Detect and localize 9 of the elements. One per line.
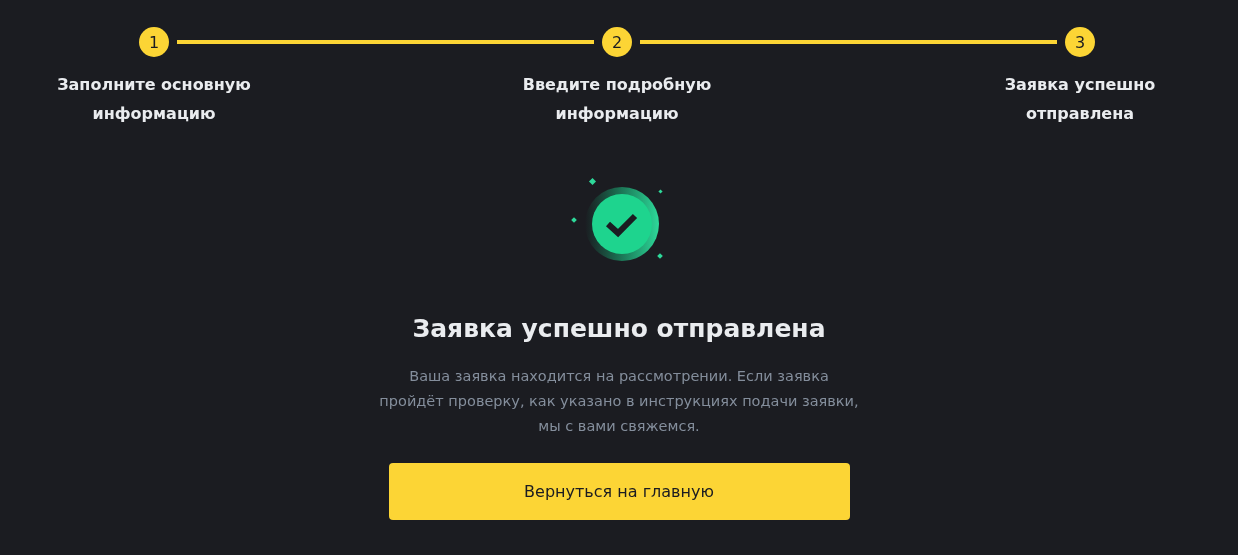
step-label: Заявка успешно отправлена (1003, 74, 1157, 125)
success-message: Ваша заявка находится на рассмотрении. Если заявка пройдёт проверку, как указано в инструкциях подачи заявки, мы с вами свяжемся. (379, 367, 859, 436)
step-number: 1 (139, 27, 169, 57)
step-number: 2 (602, 27, 632, 57)
success-title: Заявка успешно отправлена (412, 313, 826, 345)
back-home-button[interactable]: Вернуться на главную (388, 463, 850, 520)
step-number: 3 (1065, 27, 1095, 57)
step-label: Заполните основную информацию (56, 74, 252, 125)
step-label: Введите подробную информацию (521, 74, 713, 125)
